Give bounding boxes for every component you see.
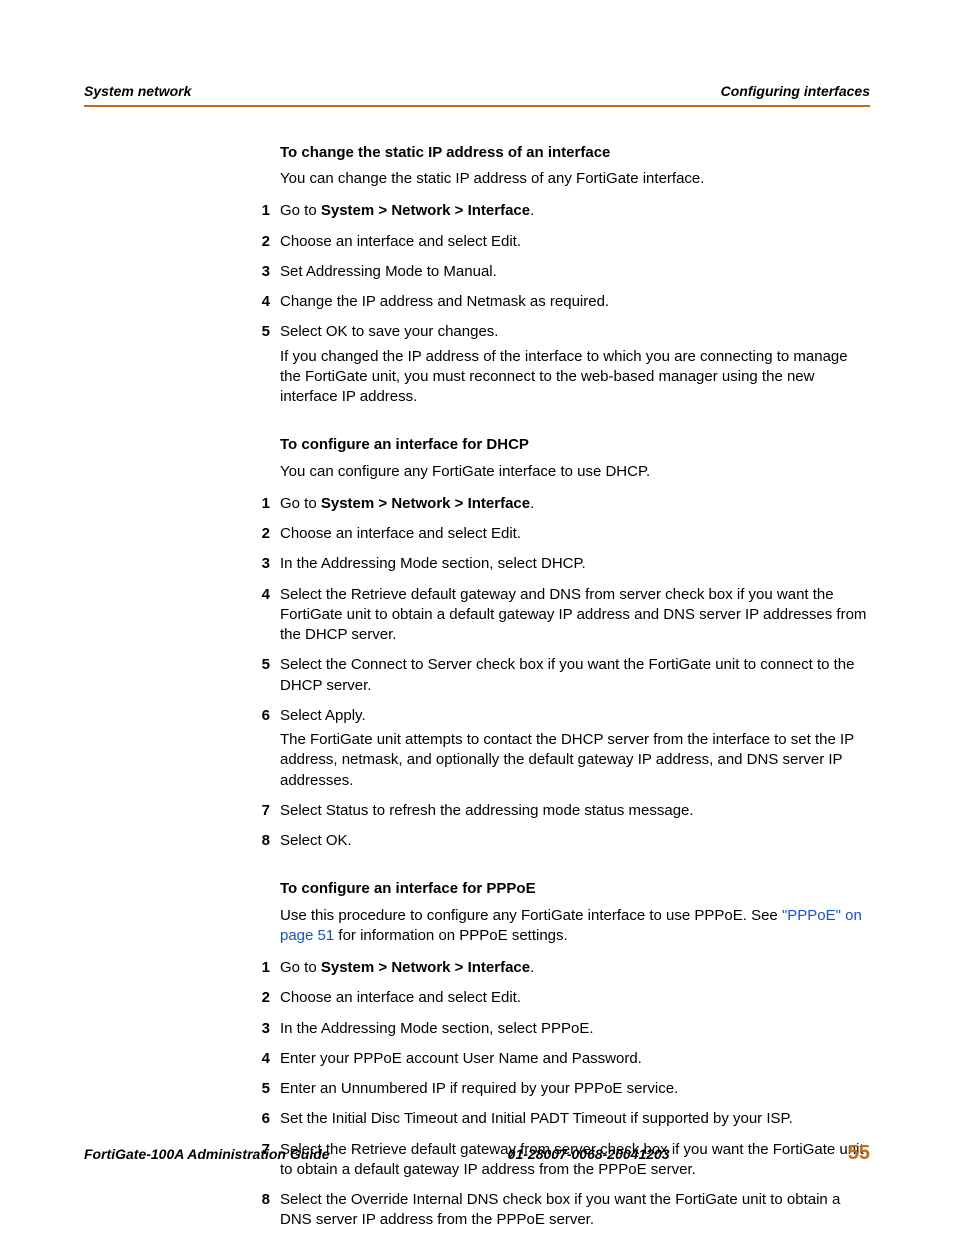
- step-text: In the Addressing Mode section, select D…: [280, 555, 586, 572]
- step-number: 8: [240, 1190, 270, 1210]
- step-number: 5: [240, 655, 270, 675]
- step-text: Set the Initial Disc Timeout and Initial…: [280, 1110, 793, 1127]
- step-number: 7: [240, 801, 270, 821]
- list-item: 2Choose an interface and select Edit.: [280, 232, 870, 252]
- list-item: 1Go to System > Network > Interface.: [280, 958, 870, 978]
- step-text: Set Addressing Mode to Manual.: [280, 263, 497, 280]
- step-text: Select OK to save your changes.: [280, 323, 498, 340]
- step-text: Select the Connect to Server check box i…: [280, 656, 854, 693]
- step-number: 3: [240, 554, 270, 574]
- page-number: 55: [848, 1140, 870, 1167]
- intro-text: for information on PPPoE settings.: [334, 927, 567, 944]
- step-text: Select Status to refresh the addressing …: [280, 802, 694, 819]
- step-number: 2: [240, 232, 270, 252]
- step-text: Enter your PPPoE account User Name and P…: [280, 1050, 642, 1067]
- list-item: 4Change the IP address and Netmask as re…: [280, 292, 870, 312]
- section1-title: To change the static IP address of an in…: [280, 143, 870, 163]
- section3-intro: Use this procedure to configure any Fort…: [280, 906, 870, 947]
- step-text: Select Apply.: [280, 707, 366, 724]
- list-item: 5Select OK to save your changes.If you c…: [280, 322, 870, 407]
- step-number: 5: [240, 322, 270, 342]
- step-bold: System > Network > Interface: [321, 959, 530, 976]
- list-item: 2Choose an interface and select Edit.: [280, 524, 870, 544]
- step-number: 6: [240, 1109, 270, 1129]
- list-item: 1Go to System > Network > Interface.: [280, 494, 870, 514]
- list-item: 6Set the Initial Disc Timeout and Initia…: [280, 1109, 870, 1129]
- header-left: System network: [84, 82, 191, 101]
- section3-steps: 1Go to System > Network > Interface. 2Ch…: [280, 958, 870, 1231]
- step-number: 1: [240, 494, 270, 514]
- list-item: 3In the Addressing Mode section, select …: [280, 554, 870, 574]
- step-number: 4: [240, 585, 270, 605]
- step-text: Change the IP address and Netmask as req…: [280, 293, 609, 310]
- step-text: Select the Override Internal DNS check b…: [280, 1191, 840, 1228]
- step-number: 2: [240, 988, 270, 1008]
- step-text: .: [530, 495, 534, 512]
- list-item: 8Select OK.: [280, 831, 870, 851]
- step-number: 1: [240, 958, 270, 978]
- step-text: Select OK.: [280, 832, 352, 849]
- step-text: .: [530, 959, 534, 976]
- step-text: Go to: [280, 959, 321, 976]
- list-item: 5Enter an Unnumbered IP if required by y…: [280, 1079, 870, 1099]
- step-number: 4: [240, 292, 270, 312]
- step-number: 2: [240, 524, 270, 544]
- step-text: Choose an interface and select Edit.: [280, 525, 521, 542]
- step-number: 3: [240, 262, 270, 282]
- list-item: 3Set Addressing Mode to Manual.: [280, 262, 870, 282]
- list-item: 4Select the Retrieve default gateway and…: [280, 585, 870, 646]
- header-rule: [84, 105, 870, 107]
- step-number: 6: [240, 706, 270, 726]
- list-item: 4Enter your PPPoE account User Name and …: [280, 1049, 870, 1069]
- section1-steps: 1Go to System > Network > Interface. 2Ch…: [280, 201, 870, 407]
- step-text: Go to: [280, 202, 321, 219]
- section2-title: To configure an interface for DHCP: [280, 435, 870, 455]
- step-text: Enter an Unnumbered IP if required by yo…: [280, 1080, 678, 1097]
- list-item: 8Select the Override Internal DNS check …: [280, 1190, 870, 1231]
- step-number: 3: [240, 1019, 270, 1039]
- step-number: 4: [240, 1049, 270, 1069]
- page-header: System network Configuring interfaces: [84, 82, 870, 105]
- intro-text: Use this procedure to configure any Fort…: [280, 907, 782, 924]
- step-text: Select the Retrieve default gateway and …: [280, 586, 866, 644]
- list-item: 7Select Status to refresh the addressing…: [280, 801, 870, 821]
- step-number: 5: [240, 1079, 270, 1099]
- step-text: .: [530, 202, 534, 219]
- section2-intro: You can configure any FortiGate interfac…: [280, 462, 870, 482]
- step-number: 8: [240, 831, 270, 851]
- list-item: 1Go to System > Network > Interface.: [280, 201, 870, 221]
- step-text: In the Addressing Mode section, select P…: [280, 1020, 594, 1037]
- section1-intro: You can change the static IP address of …: [280, 169, 870, 189]
- page: System network Configuring interfaces To…: [0, 0, 954, 1235]
- list-item: 6Select Apply.The FortiGate unit attempt…: [280, 706, 870, 791]
- section2-steps: 1Go to System > Network > Interface. 2Ch…: [280, 494, 870, 852]
- step-extra: The FortiGate unit attempts to contact t…: [280, 730, 870, 791]
- page-footer: FortiGate-100A Administration Guide 01-2…: [84, 1140, 870, 1167]
- step-text: Choose an interface and select Edit.: [280, 989, 521, 1006]
- list-item: 3In the Addressing Mode section, select …: [280, 1019, 870, 1039]
- list-item: 2Choose an interface and select Edit.: [280, 988, 870, 1008]
- step-bold: System > Network > Interface: [321, 495, 530, 512]
- header-right: Configuring interfaces: [721, 82, 870, 101]
- footer-guide: FortiGate-100A Administration Guide: [84, 1145, 330, 1164]
- step-text: Choose an interface and select Edit.: [280, 233, 521, 250]
- step-bold: System > Network > Interface: [321, 202, 530, 219]
- step-extra: If you changed the IP address of the int…: [280, 347, 870, 408]
- step-number: 1: [240, 201, 270, 221]
- list-item: 5Select the Connect to Server check box …: [280, 655, 870, 696]
- step-text: Go to: [280, 495, 321, 512]
- footer-docnum: 01-28007-0068-20041203: [330, 1145, 848, 1164]
- section3-title: To configure an interface for PPPoE: [280, 879, 870, 899]
- content-column: To change the static IP address of an in…: [280, 143, 870, 1231]
